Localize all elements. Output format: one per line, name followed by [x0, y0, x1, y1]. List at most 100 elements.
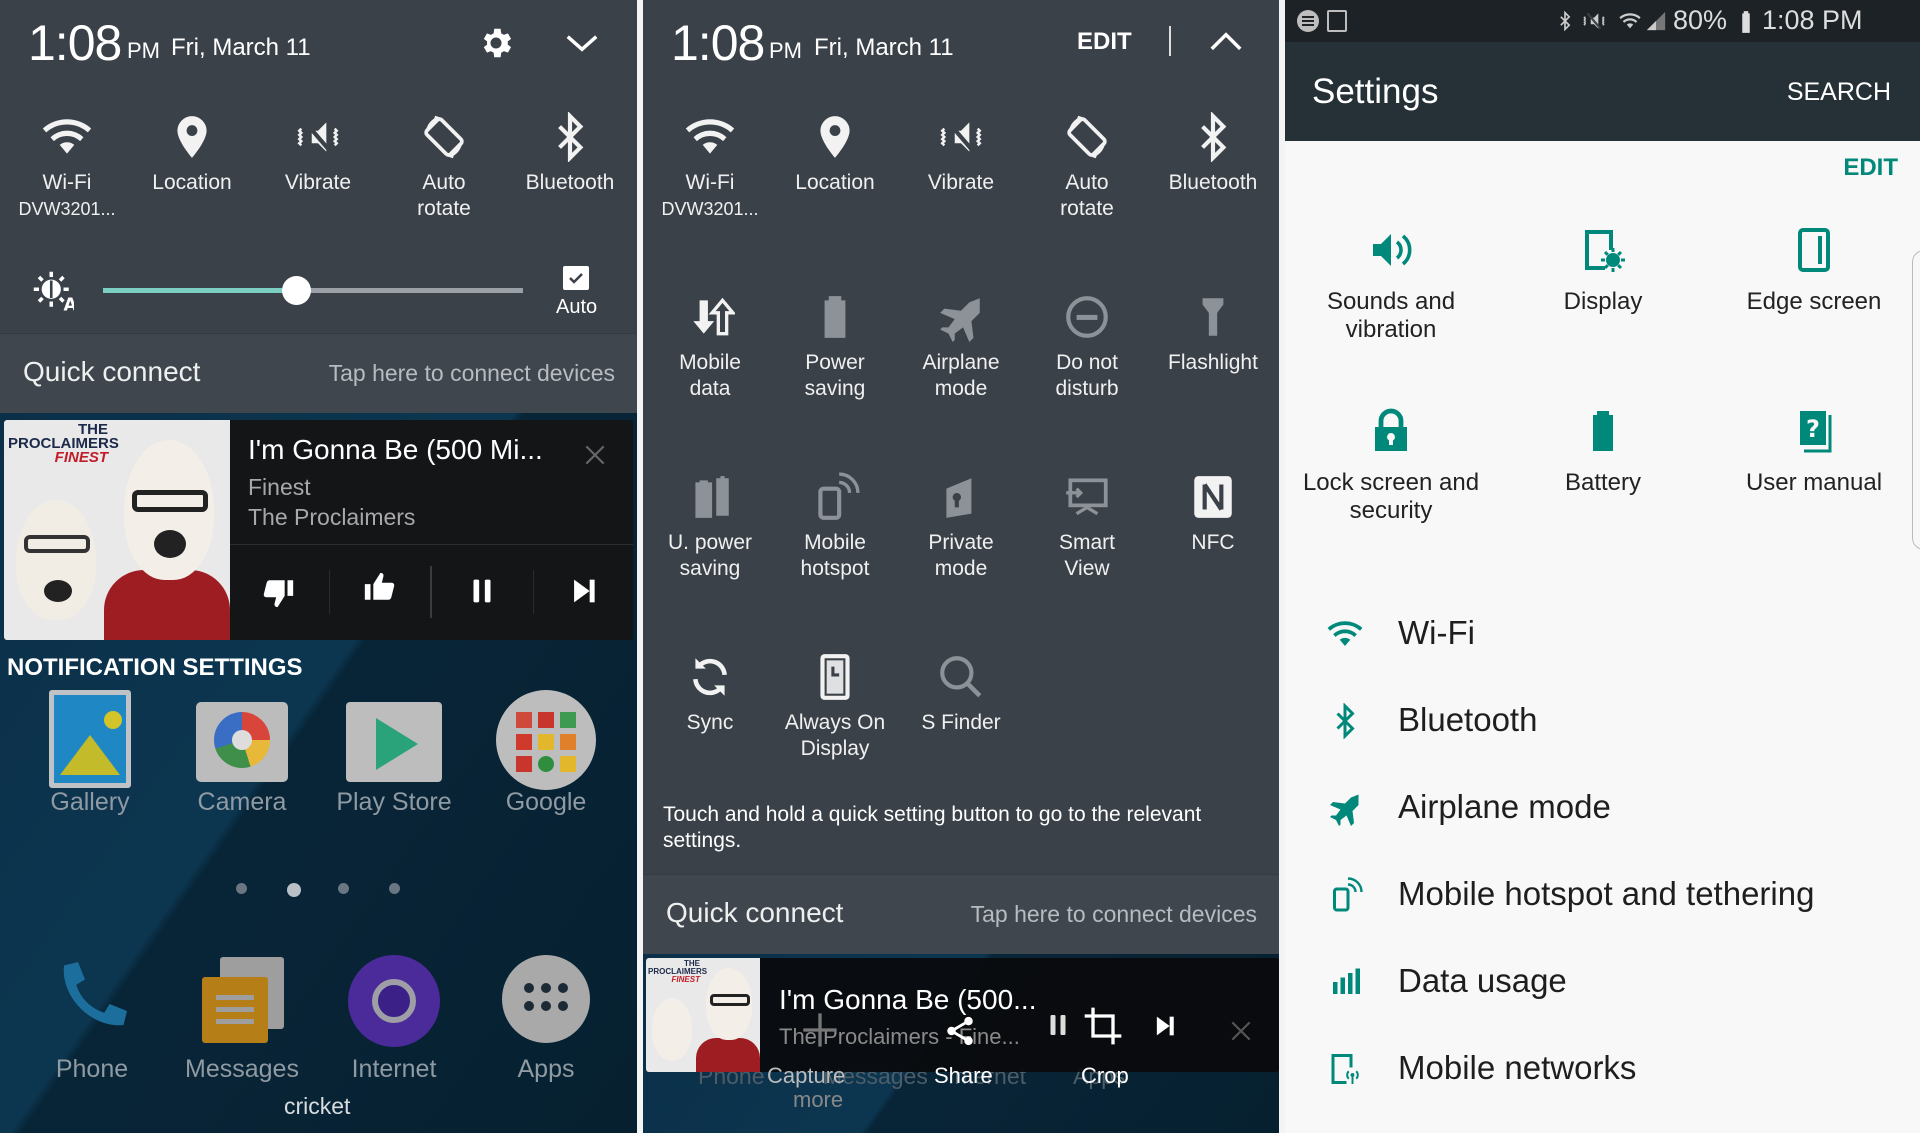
- page-dot[interactable]: [389, 883, 400, 894]
- power-saving-icon: [810, 292, 860, 342]
- share-label[interactable]: Share: [934, 1063, 993, 1089]
- music-notification-card[interactable]: THE PROCLAIMERS FINEST I'm Gonna Be (500…: [4, 420, 633, 640]
- shortcut-label-line2: security: [1349, 497, 1433, 524]
- capture-more-label[interactable]: Capture: [767, 1063, 845, 1089]
- tile-label-line1: Vibrate: [927, 171, 995, 194]
- shortcut-label-line1: Sounds and: [1326, 288, 1456, 315]
- edit-button[interactable]: EDIT: [1843, 154, 1898, 182]
- tile-label-line2: Display: [800, 737, 870, 760]
- settings-gear-icon[interactable]: [477, 24, 515, 62]
- mobile-hotspot-icon: [810, 472, 860, 522]
- settings-list-item[interactable]: Bluetooth: [1285, 681, 1920, 761]
- clock-date[interactable]: Fri, March 11: [171, 34, 311, 62]
- tile-label-line2: disturb: [1055, 377, 1119, 400]
- page-dot-active[interactable]: [287, 883, 301, 897]
- tile-label: Sync: [647, 710, 773, 736]
- settings-app: 80% 1:08 PM Settings SEARCH EDIT Sounds …: [1285, 0, 1920, 1133]
- mobile-networks-icon: [1327, 1051, 1363, 1087]
- shortcut-label-line1: Edge screen: [1746, 288, 1882, 315]
- tile-label-line1: Wi-Fi: [685, 171, 735, 194]
- tile-label: Always On Display: [772, 710, 898, 762]
- album-art: THE PROCLAIMERS FINEST: [646, 958, 760, 1072]
- tile-label-line2: rotate: [417, 197, 471, 220]
- shortcut-label: Edge screen: [1708, 288, 1920, 316]
- quick-connect-bar[interactable]: Quick connect Tap here to connect device…: [643, 874, 1279, 954]
- quick-connect-hint: Tap here to connect devices: [970, 901, 1257, 927]
- pause-icon[interactable]: [465, 574, 499, 608]
- wifi-icon: [42, 112, 92, 162]
- wifi-icon: [685, 112, 735, 162]
- location-pin-icon: [167, 112, 217, 162]
- shortcut-label-line1: Battery: [1564, 469, 1642, 496]
- tile-label: Mobile hotspot: [772, 530, 898, 582]
- list-item-label: Mobile hotspot and tethering: [1398, 875, 1815, 912]
- tile-label-line1: Bluetooth: [1168, 171, 1258, 194]
- list-item-label: Wi-Fi: [1398, 614, 1475, 651]
- skip-next-icon[interactable]: [1151, 1012, 1179, 1040]
- clock-date[interactable]: Fri, March 11: [814, 34, 954, 62]
- tile-label-line1: Flashlight: [1168, 351, 1258, 374]
- skip-next-icon[interactable]: [567, 574, 601, 608]
- thumbs-down-icon[interactable]: [262, 576, 296, 610]
- tile-label-line1: Vibrate: [284, 171, 352, 194]
- tile-label-line1: Location: [152, 171, 232, 194]
- brightness-slider-knob[interactable]: [282, 276, 312, 305]
- tile-label-line1: Mobile: [679, 351, 741, 374]
- internet-icon: [348, 955, 440, 1047]
- vibrate-icon: [936, 112, 986, 162]
- tile-label-line2: DVW3201...: [661, 199, 759, 219]
- header-separator: [1169, 26, 1171, 56]
- share-icon[interactable]: [943, 1014, 977, 1048]
- page-dot[interactable]: [338, 883, 349, 894]
- tile-label: Do not disturb: [1024, 350, 1150, 402]
- camera-icon: [196, 702, 288, 782]
- settings-list-item[interactable]: Wi-Fi: [1285, 594, 1920, 674]
- shortcut-label: Sounds and vibration: [1285, 288, 1497, 344]
- tile-label-line1: Smart: [1058, 531, 1115, 554]
- tile-label-line1: Always On: [784, 711, 886, 734]
- nfc-icon: [1188, 472, 1238, 522]
- battery-icon: [1579, 407, 1627, 455]
- app-label: Apps: [517, 1055, 575, 1083]
- tile-label-line1: Do not: [1056, 351, 1118, 374]
- battery-status-icon: [1737, 9, 1755, 35]
- song-album: Finest: [248, 474, 311, 500]
- quick-connect-bar[interactable]: Quick connect Tap here to connect device…: [0, 333, 637, 413]
- expand-chevron-down-icon[interactable]: [563, 28, 601, 58]
- app-label: Messages: [185, 1055, 299, 1083]
- close-notification-icon[interactable]: [1228, 1018, 1254, 1044]
- do-not-disturb-icon: [1062, 292, 1112, 342]
- notification-settings-label[interactable]: NOTIFICATION SETTINGS: [7, 654, 303, 682]
- close-notification-icon[interactable]: [582, 442, 608, 468]
- album-art: THE PROCLAIMERS FINEST: [4, 420, 230, 640]
- previous-icon[interactable]: [1043, 1010, 1073, 1040]
- tile-label-line2: hotspot: [800, 557, 870, 580]
- app-label: Phone: [55, 1055, 129, 1083]
- carrier-label: cricket: [284, 1093, 351, 1119]
- tile-label: Airplane mode: [898, 350, 1024, 402]
- auto-brightness-checkbox[interactable]: [563, 266, 589, 290]
- collapse-chevron-up-icon[interactable]: [1207, 26, 1245, 56]
- status-time: 1:08 PM: [1762, 5, 1863, 35]
- tile-label: Location: [772, 170, 898, 196]
- settings-list-item[interactable]: Mobile hotspot and tethering: [1285, 855, 1920, 935]
- capture-more-icon[interactable]: [800, 1010, 840, 1050]
- tile-label: Wi-Fi DVW3201...: [647, 170, 773, 222]
- phone-icon: [63, 962, 127, 1026]
- thumbs-up-icon[interactable]: [362, 570, 396, 604]
- settings-list-item[interactable]: Data usage: [1285, 942, 1920, 1022]
- crop-icon[interactable]: [1083, 1006, 1123, 1046]
- tile-label: Auto rotate: [381, 170, 507, 222]
- brightness-slider-track[interactable]: [103, 276, 523, 305]
- page-dot[interactable]: [236, 883, 247, 894]
- settings-list-item[interactable]: Airplane mode: [1285, 768, 1920, 848]
- auto-brightness-icon[interactable]: [32, 270, 74, 312]
- edge-panel-handle[interactable]: [1912, 250, 1920, 550]
- tile-label: Vibrate: [898, 170, 1024, 196]
- edit-button[interactable]: EDIT: [1077, 28, 1132, 56]
- shortcut-label: Lock screen and security: [1285, 469, 1497, 525]
- crop-label[interactable]: Crop: [1081, 1063, 1129, 1089]
- app-label: Internet: [351, 1055, 437, 1083]
- settings-list-item[interactable]: Mobile networks: [1285, 1029, 1920, 1109]
- search-button[interactable]: SEARCH: [1787, 78, 1891, 107]
